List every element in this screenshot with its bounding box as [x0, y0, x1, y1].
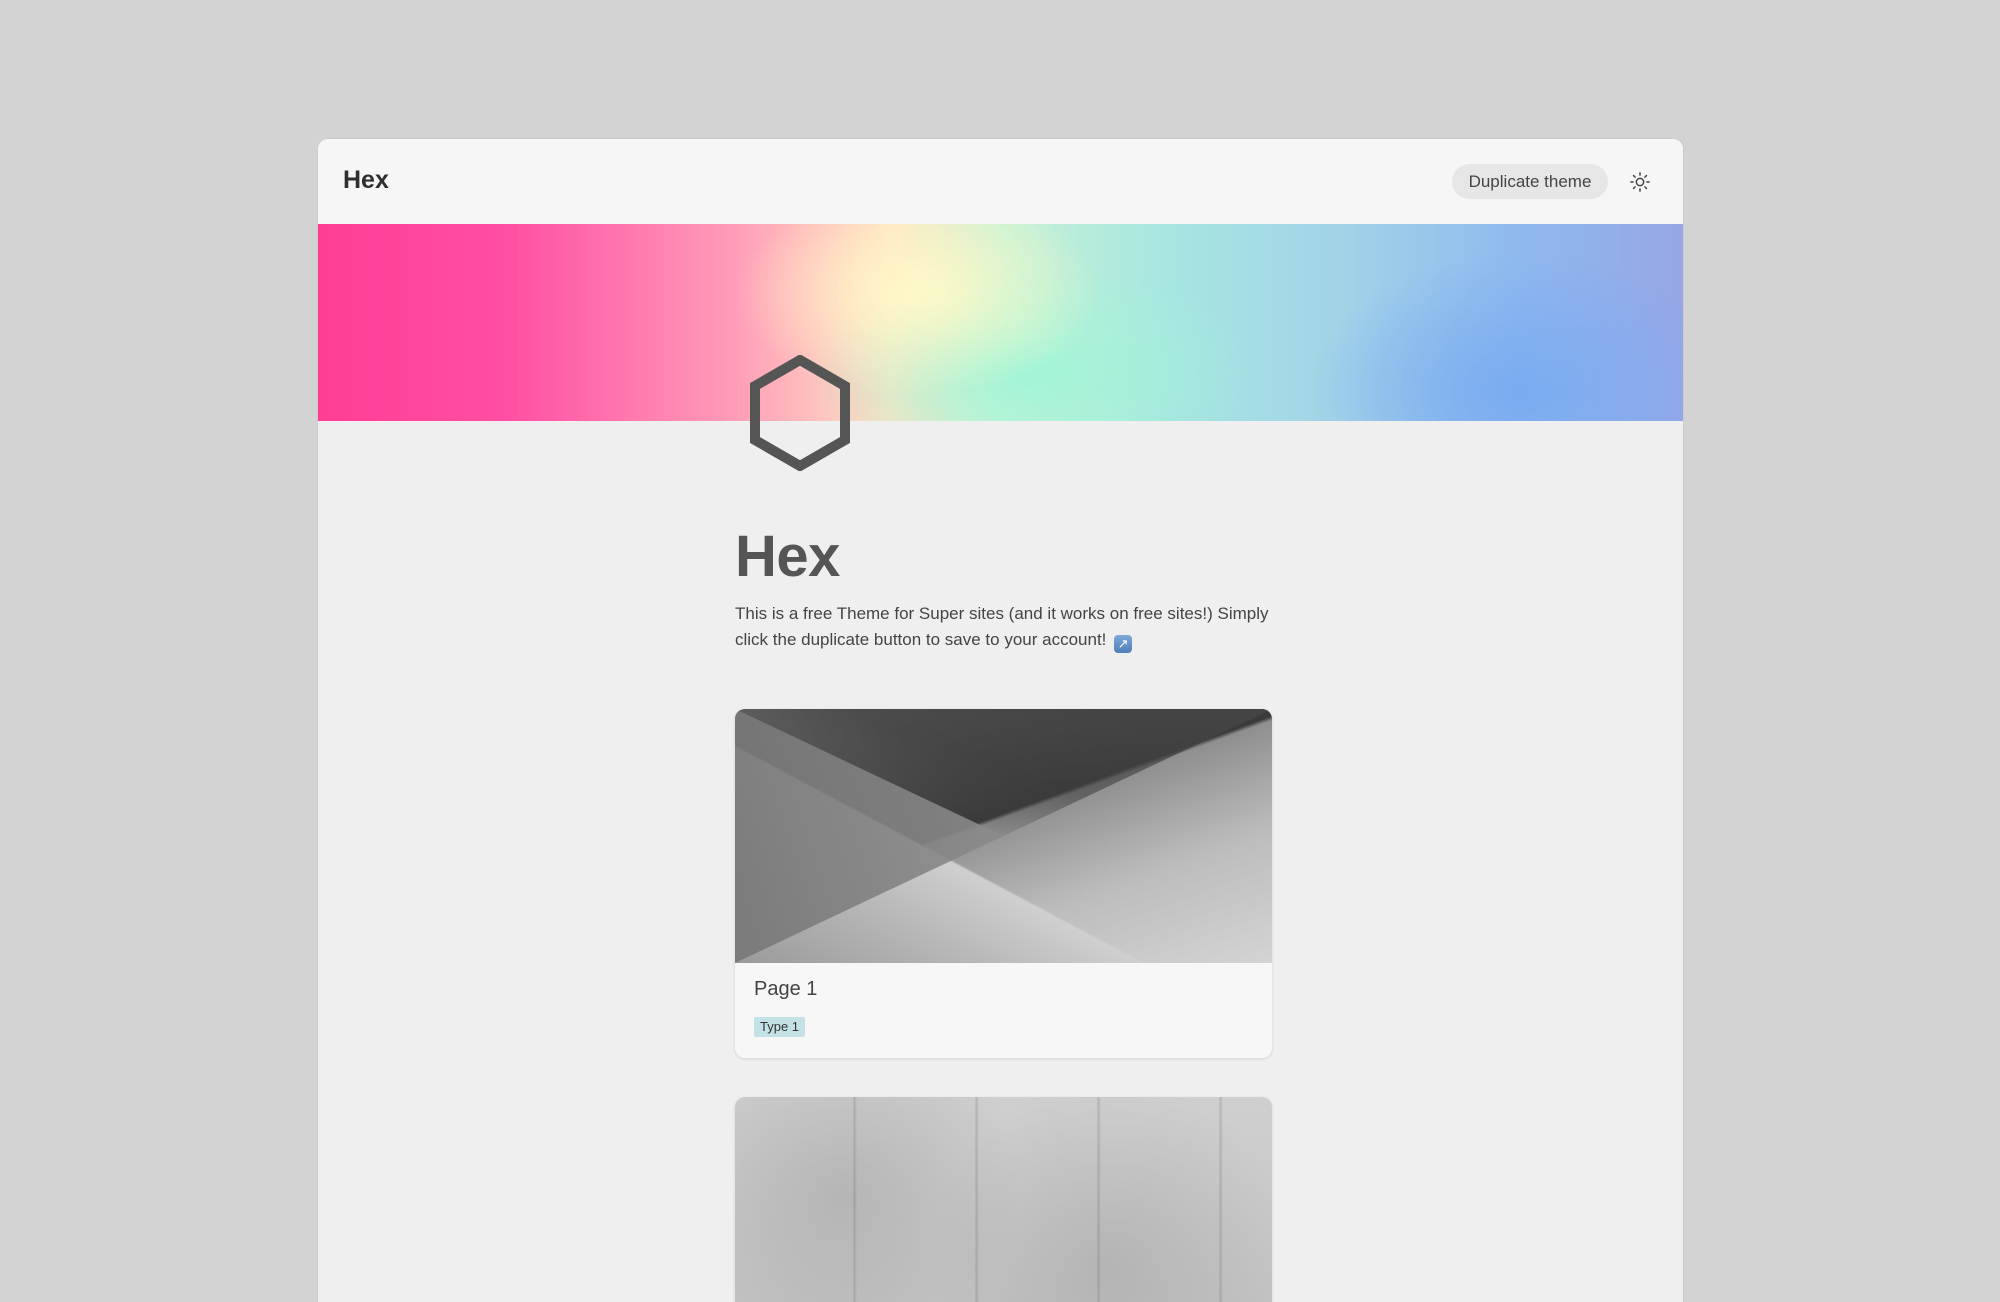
page-card[interactable]: [735, 1097, 1272, 1302]
page-description: This is a free Theme for Super sites (an…: [735, 601, 1275, 653]
description-text: This is a free Theme for Super sites (an…: [735, 604, 1269, 649]
sun-icon: [1630, 172, 1650, 192]
card-title: Page 1: [754, 978, 818, 1000]
site-title[interactable]: Hex: [343, 163, 389, 197]
card-tag: Type 1: [754, 1017, 806, 1037]
hexagon-icon: [750, 355, 850, 471]
card-cover-image: [735, 709, 1272, 963]
page-card[interactable]: Page 1 Type 1: [735, 709, 1272, 1058]
site-window: Hex Duplicate theme Hex This is a free T…: [318, 139, 1683, 1302]
arrow-up-right-icon: ↗: [1114, 635, 1133, 653]
cover-banner: [318, 224, 1683, 421]
page-title: Hex: [735, 524, 840, 589]
top-navbar: Hex Duplicate theme: [318, 139, 1683, 224]
theme-toggle-button[interactable]: [1626, 168, 1654, 196]
card-cover-image: [735, 1097, 1272, 1302]
duplicate-theme-button[interactable]: Duplicate theme: [1452, 164, 1608, 199]
